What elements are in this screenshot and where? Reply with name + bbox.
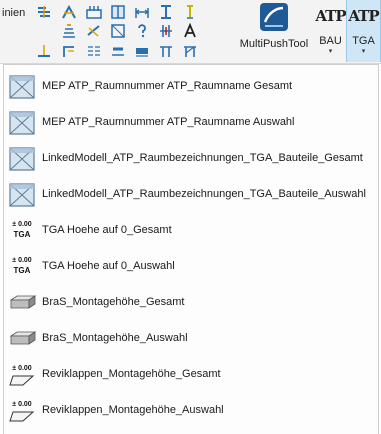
column-tool-icon[interactable] (158, 4, 174, 20)
pattern-tool-icon[interactable] (86, 43, 102, 59)
menu-item-label: LinkedModell_ATP_Raumbezeichnungen_TGA_B… (42, 188, 366, 200)
ref-tool-icon[interactable] (110, 43, 126, 59)
chevron-down-icon: ▾ (361, 48, 366, 55)
menu-item[interactable]: ± 0.00 TGA TGA Hoehe auf 0_Auswahl (4, 249, 378, 285)
help-tool-icon[interactable] (134, 23, 150, 39)
stairs-tool-icon[interactable] (61, 23, 77, 39)
section-box-icon (9, 111, 35, 135)
ribbon-panel: inien MultiPushTool ATP BAU ▾ ATP TGA ▾ (0, 0, 381, 64)
dimension-tool-icon[interactable] (134, 4, 150, 20)
align-tool-icon[interactable] (61, 4, 77, 20)
section-box-icon (9, 75, 35, 99)
menu-item[interactable]: ± 0.00 TGA TGA Hoehe auf 0_Gesamt (4, 213, 378, 249)
corner-tool-icon[interactable] (61, 43, 77, 59)
elevation-value: ± 0.00 (12, 221, 32, 228)
elevation-tga-text: TGA (13, 266, 31, 275)
multipushtool-button[interactable]: MultiPushTool (234, 0, 314, 60)
menu-item-label: MEP ATP_Raumnummer ATP_Raumname Auswahl (42, 116, 295, 128)
elevation-tga-text: TGA (13, 230, 31, 239)
marker-tool-icon[interactable] (182, 4, 198, 20)
menu-item-label: TGA Hoehe auf 0_Auswahl (42, 260, 175, 272)
elevation-value: ± 0.00 (12, 401, 32, 408)
atp-logo-icon: ATP (348, 7, 379, 25)
menu-item-label: TGA Hoehe auf 0_Gesamt (42, 224, 172, 236)
chevron-down-icon: ▾ (328, 48, 333, 55)
truss-tool-icon[interactable] (182, 43, 198, 59)
beam-icon (9, 331, 37, 345)
menu-item-label: BraS_Montagehöhe_Auswahl (42, 332, 188, 344)
panel-tool-icon[interactable] (110, 4, 126, 20)
menu-item-label: Reviklappen_Montagehöhe_Auswahl (42, 404, 224, 416)
multipushtool-logo-icon (260, 3, 288, 31)
split-tool-icon[interactable] (158, 23, 174, 39)
elevation-tga-icon: ± 0.00 TGA (7, 218, 37, 244)
section-box-icon (9, 147, 35, 171)
flap-shape-icon (9, 375, 35, 386)
section-box-icon (9, 183, 35, 207)
menu-item-label: Reviklappen_Montagehöhe_Gesamt (42, 368, 221, 380)
beam-icon (9, 295, 37, 309)
tga-dropdown-menu: MEP ATP_Raumnummer ATP_Raumname Gesamt M… (3, 64, 379, 434)
menu-item[interactable]: ± 0.00 Reviklappen_Montagehöhe_Gesamt (4, 357, 378, 393)
bau-button[interactable]: ATP BAU ▾ (314, 0, 347, 62)
menu-item[interactable]: ± 0.00 Reviklappen_Montagehöhe_Auswahl (4, 393, 378, 429)
elevation-value: ± 0.00 (12, 365, 32, 372)
bar-tool-icon[interactable] (134, 43, 150, 59)
tga-label: TGA (352, 35, 375, 47)
menu-item[interactable]: LinkedModell_ATP_Raumbezeichnungen_TGA_B… (4, 141, 378, 177)
tag-tool-icon[interactable] (86, 4, 102, 20)
menu-item-label: MEP ATP_Raumnummer ATP_Raumname Gesamt (42, 80, 293, 92)
elevation-flap-icon: ± 0.00 (7, 362, 37, 388)
menu-item[interactable]: LinkedModell_ATP_Raumbezeichnungen_TGA_B… (4, 177, 378, 213)
menu-item[interactable]: BraS_Montagehöhe_Gesamt (4, 285, 378, 321)
elevation-tga-icon: ± 0.00 TGA (7, 254, 37, 280)
menu-item[interactable]: MEP ATP_Raumnummer ATP_Raumname Auswahl (4, 105, 378, 141)
menu-item[interactable]: BraS_Montagehöhe_Auswahl (4, 321, 378, 357)
cut-tool-icon[interactable] (86, 23, 102, 39)
menu-item[interactable]: MEP ATP_Raumnummer ATP_Raumname Gesamt (4, 69, 378, 105)
multipushtool-label: MultiPushTool (239, 38, 309, 50)
atp-logo-icon: ATP (315, 7, 346, 25)
rebar-tool-icon[interactable] (158, 43, 174, 59)
level-tool-icon[interactable] (36, 43, 52, 59)
menu-item-label: BraS_Montagehöhe_Gesamt (42, 296, 185, 308)
elevation-value: ± 0.00 (12, 257, 32, 264)
text-tool-icon[interactable] (182, 23, 198, 39)
elevation-flap-icon: ± 0.00 (7, 398, 37, 424)
grid-tool-icon[interactable] (110, 23, 126, 39)
wall-tool-icon[interactable] (36, 4, 52, 20)
menu-item-label: LinkedModell_ATP_Raumbezeichnungen_TGA_B… (42, 152, 363, 164)
bau-label: BAU (319, 35, 342, 47)
tga-button[interactable]: ATP TGA ▾ (346, 0, 381, 62)
ribbon-partial-label: inien (2, 7, 26, 19)
flap-shape-icon (9, 411, 35, 422)
